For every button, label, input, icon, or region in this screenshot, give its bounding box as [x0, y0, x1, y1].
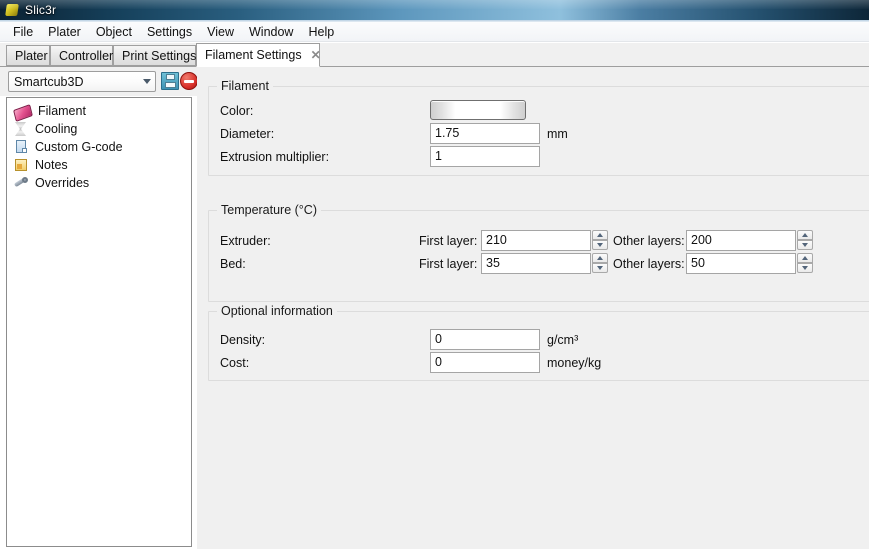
extruder-first-layer-input[interactable]: 210 — [481, 230, 591, 251]
spinner-down-icon[interactable] — [592, 263, 608, 273]
app-logo-icon — [5, 4, 19, 16]
sidebar-item-filament[interactable]: Filament — [7, 102, 191, 122]
filament-spool-icon — [13, 103, 33, 122]
tab-close-icon[interactable]: ✕ — [311, 49, 321, 61]
tab-controller[interactable]: Controller — [50, 45, 113, 66]
filament-group: Filament Color: Diameter: 1.75 mm Extrus… — [208, 79, 869, 176]
optional-information-group: Optional information Density: 0 g/cm³ Co… — [208, 304, 869, 381]
bed-first-layer-spinner[interactable] — [592, 253, 608, 274]
bed-other-layers-input[interactable]: 50 — [686, 253, 796, 274]
temperature-group-title: Temperature (°C) — [217, 203, 321, 217]
spinner-down-icon[interactable] — [797, 240, 813, 250]
filament-color-swatch-button[interactable] — [430, 100, 526, 120]
chevron-down-icon — [138, 72, 155, 91]
cost-unit: money/kg — [547, 356, 602, 370]
note-icon — [13, 157, 29, 173]
spinner-down-icon[interactable] — [592, 240, 608, 250]
bed-first-layer-input[interactable]: 35 — [481, 253, 591, 274]
preset-selected-value: Smartcub3D — [14, 74, 84, 89]
page-icon — [13, 139, 29, 155]
sidebar-item-overrides-label: Overrides — [35, 176, 90, 190]
spinner-down-icon[interactable] — [797, 263, 813, 273]
extruder-other-layers-spinner[interactable] — [797, 230, 813, 251]
sidebar-item-cooling[interactable]: Cooling — [7, 120, 191, 138]
bed-other-layers-label: Other layers: — [613, 257, 685, 271]
diameter-label: Diameter: — [220, 127, 275, 141]
tab-bar: Plater Controller Print Settings Filamen… — [0, 43, 869, 67]
optional-information-group-title: Optional information — [217, 304, 337, 318]
window-title: Slic3r — [25, 3, 57, 17]
tab-filament-settings-label: Filament Settings — [205, 48, 302, 62]
menu-item-view[interactable]: View — [200, 23, 241, 41]
extruder-other-layers-input[interactable]: 200 — [686, 230, 796, 251]
floppy-disk-icon — [161, 72, 179, 90]
sidebar-item-cooling-label: Cooling — [35, 122, 78, 136]
tab-print-settings-label: Print Settings — [122, 48, 197, 63]
sidebar-item-filament-label: Filament — [38, 104, 86, 118]
extrusion-multiplier-input[interactable]: 1 — [430, 146, 540, 167]
menu-item-file[interactable]: File — [6, 23, 40, 41]
no-entry-icon — [180, 72, 198, 90]
tab-controller-label: Controller — [59, 48, 114, 63]
sidebar-item-overrides[interactable]: Overrides — [7, 174, 191, 192]
sidebar-item-custom-gcode[interactable]: Custom G-code — [7, 138, 191, 156]
save-preset-button[interactable] — [161, 72, 179, 90]
menu-item-object[interactable]: Object — [89, 23, 139, 41]
window-title-bar[interactable]: Slic3r — [0, 0, 869, 20]
color-label: Color: — [220, 104, 254, 118]
spinner-up-icon[interactable] — [592, 230, 608, 240]
bed-first-layer-label: First layer: — [419, 257, 478, 271]
wrench-icon — [13, 175, 29, 191]
density-label: Density: — [220, 333, 266, 347]
hourglass-icon — [13, 121, 29, 137]
sidebar-item-notes-label: Notes — [35, 158, 68, 172]
spinner-up-icon[interactable] — [797, 230, 813, 240]
settings-category-tree: Filament Cooling Custom G-code Notes Ove… — [6, 97, 192, 547]
tab-plater-label: Plater — [15, 48, 48, 63]
density-input[interactable]: 0 — [430, 329, 540, 350]
tab-filament-settings[interactable]: Filament Settings ✕ — [196, 43, 321, 67]
delete-preset-button[interactable] — [180, 72, 198, 90]
extruder-other-layers-label: Other layers: — [613, 234, 685, 248]
tab-print-settings[interactable]: Print Settings — [113, 45, 196, 66]
diameter-input[interactable]: 1.75 — [430, 123, 540, 144]
extruder-first-layer-spinner[interactable] — [592, 230, 608, 251]
density-unit: g/cm³ — [547, 333, 579, 347]
diameter-unit: mm — [547, 127, 568, 141]
cost-input[interactable]: 0 — [430, 352, 540, 373]
menu-item-window[interactable]: Window — [242, 23, 300, 41]
extruder-label: Extruder: — [220, 234, 271, 248]
menu-item-plater[interactable]: Plater — [41, 23, 88, 41]
menu-item-help[interactable]: Help — [301, 23, 341, 41]
menu-bar: File Plater Object Settings View Window … — [0, 22, 869, 42]
sidebar-item-custom-gcode-label: Custom G-code — [35, 140, 123, 154]
sidebar-item-notes[interactable]: Notes — [7, 156, 191, 174]
preset-select[interactable]: Smartcub3D — [8, 71, 156, 92]
settings-panel: Filament Color: Diameter: 1.75 mm Extrus… — [197, 67, 869, 549]
filament-group-title: Filament — [217, 79, 273, 93]
tab-plater[interactable]: Plater — [6, 45, 50, 66]
extrusion-multiplier-label: Extrusion multiplier: — [220, 150, 330, 164]
extruder-first-layer-label: First layer: — [419, 234, 478, 248]
cost-label: Cost: — [220, 356, 250, 370]
bed-label: Bed: — [220, 257, 246, 271]
bed-other-layers-spinner[interactable] — [797, 253, 813, 274]
menu-item-settings[interactable]: Settings — [140, 23, 199, 41]
temperature-group: Temperature (°C) Extruder: First layer: … — [208, 203, 869, 302]
spinner-up-icon[interactable] — [797, 253, 813, 263]
spinner-up-icon[interactable] — [592, 253, 608, 263]
